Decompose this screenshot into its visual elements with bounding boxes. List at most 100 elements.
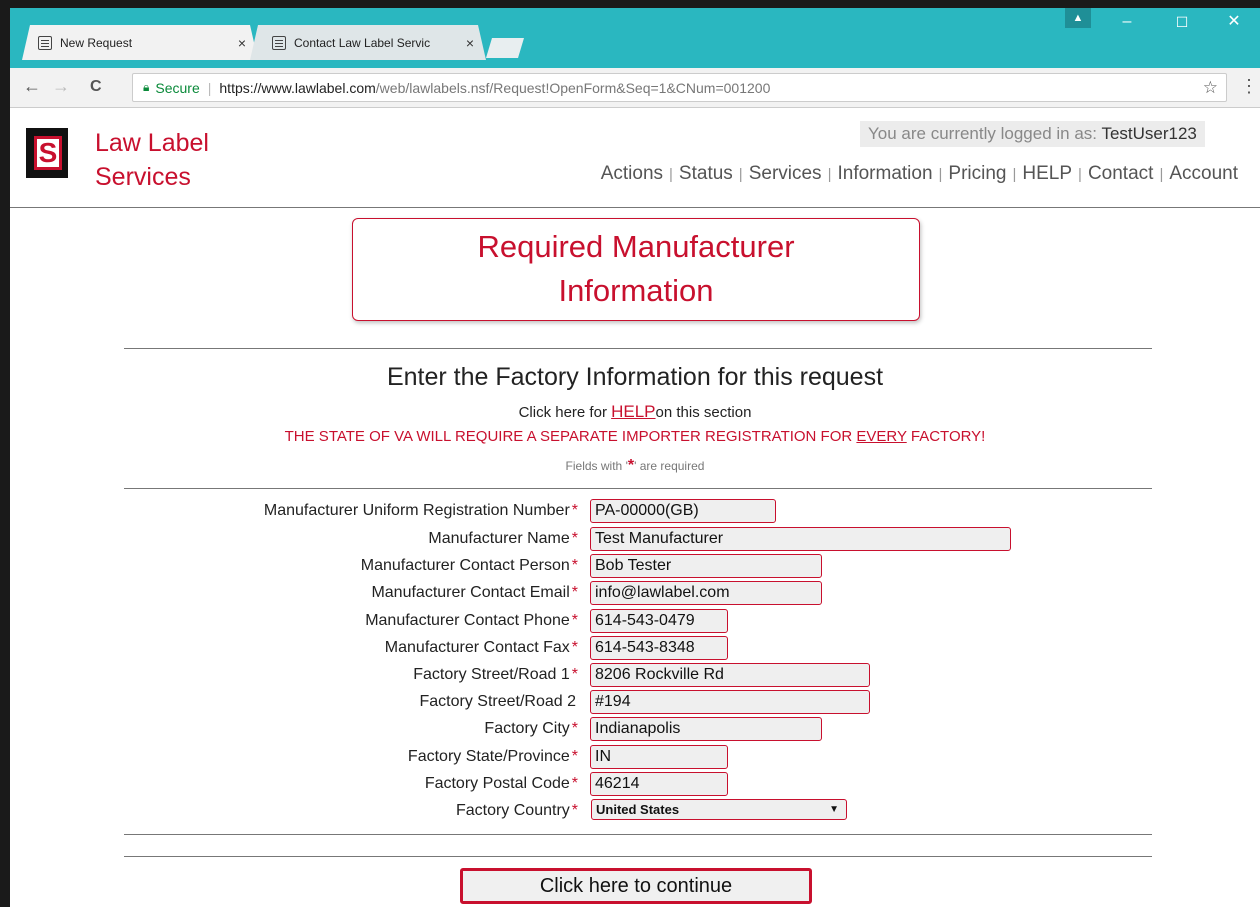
field-label: Factory Street/Road 2 [419,693,576,710]
tab-new-request[interactable]: New Request × [22,25,258,60]
form-row: Factory Street/Road 2 [10,690,1260,716]
menu-dots-icon[interactable]: ⋮ [1240,76,1258,97]
field-label: Factory City * [484,720,578,737]
nav-item-status[interactable]: Status [679,163,733,184]
lock-icon: 🔒︎ [143,80,150,94]
divider: | [207,79,212,96]
country-selected-value: United States [596,802,680,817]
help-link[interactable]: HELP [611,402,655,421]
nav-item-information[interactable]: Information [837,163,932,184]
continue-button[interactable]: Click here to continue [460,868,812,904]
minimize-button[interactable]: – [1117,12,1137,32]
field-label: Factory Street/Road 1 * [413,666,578,683]
section-banner: Required Manufacturer Information [352,218,920,321]
browser-toolbar: ← → C 🔒︎ Secure | https://www.lawlabel.c… [10,68,1260,108]
tab-close-icon[interactable]: × [466,35,474,51]
form-heading: Enter the Factory Information for this r… [386,363,884,391]
warning-emphasis: EVERY [856,428,907,445]
page-content: S Law Label Services You are currently l… [10,108,1260,907]
section-divider [124,834,1152,835]
field-label: Factory Postal Code * [424,775,578,792]
form-row: Factory City * [10,717,1260,743]
warning-text: THE STATE OF VA WILL REQUIRE A SEPARATE … [10,428,1260,445]
bookmark-star-icon[interactable]: ☆ [1203,78,1218,98]
field-label: Factory State/Province * [407,748,578,765]
nav-item-services[interactable]: Services [749,163,822,184]
form-row: Factory State/Province * [10,745,1260,771]
contact-fax-input[interactable] [590,636,728,660]
contact-phone-input[interactable] [590,609,728,633]
field-label: Manufacturer Contact Fax * [384,639,578,656]
section-divider [124,488,1152,489]
warning-suffix: FACTORY! [906,428,986,445]
nav-separator: | [1078,166,1082,183]
city-input[interactable] [590,717,822,741]
nav-separator: | [669,166,673,183]
postal-code-input[interactable] [590,772,728,796]
form-row: Manufacturer Contact Fax * [10,636,1260,662]
street-2-input[interactable] [590,690,870,714]
back-arrow-icon[interactable]: ← [23,76,41,97]
tab-contact[interactable]: Contact Law Label Servic × [250,25,486,60]
tab-close-icon[interactable]: × [238,35,246,51]
url-host: https://www.lawlabel.com [219,79,376,96]
brand-name[interactable]: Law Label Services [95,126,209,194]
warning-prefix: THE STATE OF VA WILL REQUIRE A SEPARATE … [284,428,857,445]
reload-icon[interactable]: C [90,78,102,96]
country-select[interactable]: United States ▼ [591,799,847,820]
tab-label: Contact Law Label Servic [294,35,431,50]
form-row: Manufacturer Uniform Registration Number… [10,499,1260,525]
maximize-button[interactable]: ☐ [1172,12,1192,32]
contact-email-input[interactable] [590,581,822,605]
nav-item-account[interactable]: Account [1169,163,1238,184]
brand-line-1: Law Label [95,129,209,157]
section-divider [124,856,1152,857]
form-row: Manufacturer Contact Email * [10,581,1260,607]
required-note-prefix: Fields with ' [565,459,628,473]
help-suffix: on this section [655,404,752,421]
nav-item-help[interactable]: HELP [1022,163,1072,184]
tab-label: New Request [60,35,133,50]
field-label: Manufacturer Uniform Registration Number… [263,502,578,519]
nav-separator: | [1012,166,1017,183]
url-path: /web/lawlabels.nsf/Request!OpenForm&Seq=… [375,79,771,96]
close-window-button[interactable]: ✕ [1224,12,1244,32]
nav-separator: | [827,166,832,183]
state-input[interactable] [590,745,728,769]
header-divider [10,207,1260,208]
site-logo[interactable]: S [26,128,68,178]
manufacturer-name-input[interactable] [590,527,1011,551]
address-bar[interactable]: 🔒︎ Secure | https://www.lawlabel.com/web… [132,73,1227,102]
form-row: Factory Postal Code * [10,772,1260,798]
required-note: Fields with '*' are required [10,457,1260,475]
nav-item-actions[interactable]: Actions [601,163,663,184]
page-icon [272,36,286,50]
field-label: Manufacturer Name * [428,530,578,547]
section-divider [124,348,1152,349]
login-prefix: You are currently logged in as: [868,124,1098,143]
form-row: Manufacturer Name * [10,527,1260,553]
form-row: Manufacturer Contact Person * [10,554,1260,580]
forward-arrow-icon[interactable]: → [52,76,70,97]
registration-number-input[interactable] [590,499,776,523]
username: TestUser123 [1101,124,1197,143]
required-note-suffix: ' are required [634,459,705,473]
main-nav: Actions | Status | Services | Information | Pric… [601,163,1238,185]
dropdown-arrow-icon: ▼ [829,804,839,815]
form-row: Factory Street/Road 1 * [10,663,1260,689]
field-label: Manufacturer Contact Phone * [365,612,578,629]
form-row: Factory Country * United States ▼ [10,799,1260,825]
field-label: Manufacturer Contact Email * [371,584,578,601]
contact-person-input[interactable] [590,554,822,578]
profile-icon[interactable]: ▲ [1065,8,1091,28]
nav-item-pricing[interactable]: Pricing [948,163,1006,184]
form-row: Manufacturer Contact Phone * [10,609,1260,635]
page-icon [38,36,52,50]
nav-separator: | [738,166,743,183]
street-1-input[interactable] [590,663,870,687]
logo-letter: S [34,136,62,170]
nav-separator: | [938,166,943,183]
nav-item-contact[interactable]: Contact [1088,163,1153,184]
help-prefix: Click here for [518,404,612,421]
banner-line-1: Required Manufacturer [477,229,795,264]
